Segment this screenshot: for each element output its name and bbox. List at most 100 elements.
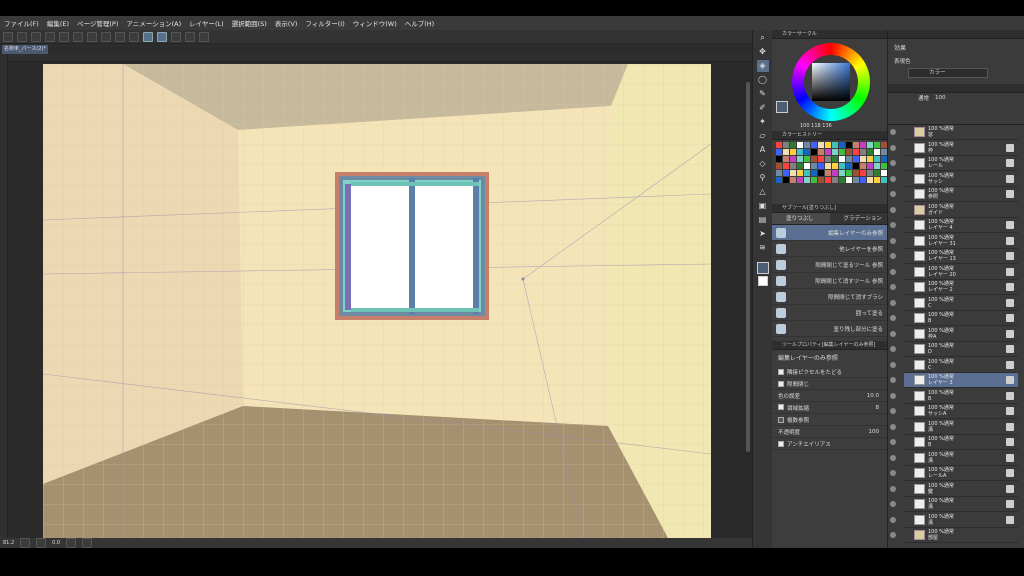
blend-tool-icon[interactable]: ≋ [757, 242, 769, 254]
option-gap-close[interactable]: 隙間閉じ [772, 378, 887, 390]
visibility-eye-icon[interactable] [890, 361, 896, 368]
zoom-out-icon[interactable] [20, 538, 31, 548]
sub-color-swatch[interactable] [757, 276, 768, 286]
history-swatch[interactable] [797, 177, 803, 183]
ruler-snap-icon[interactable] [143, 31, 153, 42]
history-swatch[interactable] [860, 149, 866, 155]
history-swatch[interactable] [783, 142, 789, 148]
brush-tool-icon[interactable]: ✐ [757, 102, 769, 114]
history-swatch[interactable] [825, 170, 831, 176]
layer-row[interactable]: 100 %通常 B [890, 311, 1018, 326]
history-swatch[interactable] [825, 156, 831, 162]
menu-view[interactable]: 表示(V) [275, 18, 298, 28]
history-swatch[interactable] [860, 156, 866, 162]
sub-tool-item[interactable]: 編集レイヤーのみ参照 [772, 225, 887, 241]
layer-row[interactable]: 100 %通常 C [890, 296, 1018, 311]
blend-mode-select[interactable]: 通常 [918, 94, 929, 102]
visibility-eye-icon[interactable] [890, 268, 896, 275]
tab-gradient[interactable]: グラデーション [829, 213, 887, 224]
text-tool-icon[interactable]: A [757, 144, 769, 156]
eyedropper-tool-icon[interactable]: ⚲ [757, 172, 769, 184]
layer-row[interactable]: 100 %通常 レイヤー 31 [890, 234, 1018, 249]
visibility-eye-icon[interactable] [890, 346, 896, 352]
layer-row[interactable]: 100 %通常 レイヤー 3 [890, 373, 1018, 388]
layer-row[interactable]: 100 %通常 枠A [890, 327, 1018, 342]
history-swatch[interactable] [825, 177, 831, 183]
layer-row[interactable]: 100 %通常 レール [890, 156, 1018, 171]
history-swatch[interactable] [867, 170, 873, 176]
history-swatch[interactable] [783, 156, 789, 162]
visibility-eye-icon[interactable] [890, 191, 896, 197]
history-swatch[interactable] [776, 142, 782, 148]
history-swatch[interactable] [846, 149, 852, 155]
history-swatch[interactable] [797, 149, 803, 155]
option-multi-reference[interactable]: 複数参照 [772, 414, 887, 426]
history-swatch[interactable] [867, 177, 873, 183]
history-swatch[interactable] [818, 177, 824, 183]
deselect-icon[interactable] [101, 31, 111, 42]
history-swatch[interactable] [818, 149, 824, 155]
visibility-eye-icon[interactable] [890, 408, 896, 414]
history-swatch[interactable] [867, 163, 873, 169]
document-tab[interactable]: 名称未_パース(2)* [2, 45, 48, 54]
history-swatch[interactable] [811, 177, 817, 183]
layer-row[interactable]: 100 %通常 レイヤー 4 [890, 218, 1018, 233]
layer-row[interactable]: 100 %通常 サッシA [890, 404, 1018, 419]
reference-icon[interactable] [199, 31, 209, 42]
menu-edit[interactable]: 編集(E) [47, 18, 69, 28]
layer-row[interactable]: 100 %通常 B [890, 435, 1018, 450]
visibility-eye-icon[interactable] [890, 532, 896, 538]
history-swatch[interactable] [860, 170, 866, 176]
history-swatch[interactable] [832, 156, 838, 162]
history-swatch[interactable] [839, 163, 845, 169]
visibility-eye-icon[interactable] [890, 206, 896, 213]
visibility-eye-icon[interactable] [890, 160, 896, 166]
history-swatch[interactable] [776, 170, 782, 176]
history-swatch[interactable] [874, 170, 880, 176]
layer-folder-row[interactable]: 100 %通常 部屋 [890, 528, 1018, 543]
visibility-eye-icon[interactable] [890, 454, 896, 461]
special-ruler-snap-icon[interactable] [157, 31, 167, 42]
history-swatch[interactable] [832, 149, 838, 155]
layer-row[interactable]: 100 %通常溝 [890, 497, 1018, 512]
flip-icon[interactable] [82, 538, 93, 548]
screen-icon[interactable] [185, 31, 195, 42]
history-swatch[interactable] [811, 170, 817, 176]
history-swatch[interactable] [790, 156, 796, 162]
history-swatch[interactable] [832, 170, 838, 176]
layer-row[interactable]: 100 %通常 参照 [890, 187, 1018, 202]
history-swatch[interactable] [839, 177, 845, 183]
layer-folder-row[interactable]: 100 %通常 ガイド [890, 203, 1018, 218]
history-swatch[interactable] [790, 142, 796, 148]
history-swatch[interactable] [804, 149, 810, 155]
history-swatch[interactable] [783, 177, 789, 183]
history-swatch[interactable] [790, 177, 796, 183]
clear-icon[interactable] [73, 31, 83, 42]
visibility-eye-icon[interactable] [890, 330, 896, 337]
undo-icon[interactable] [45, 31, 55, 42]
option-adjacent[interactable]: 隣接ピクセルをたどる [772, 366, 887, 378]
history-swatch[interactable] [811, 149, 817, 155]
visibility-eye-icon[interactable] [890, 423, 896, 430]
menu-filter[interactable]: フィルター(I) [305, 18, 344, 28]
layer-row[interactable]: 100 %通常 レールA [890, 466, 1018, 481]
history-swatch[interactable] [853, 170, 859, 176]
menu-page[interactable]: ページ管理(P) [77, 18, 118, 28]
history-swatch[interactable] [783, 149, 789, 155]
visibility-eye-icon[interactable] [890, 439, 896, 445]
history-swatch[interactable] [874, 142, 880, 148]
layer-row[interactable]: 100 %通常 レイヤー 20 [890, 265, 1018, 280]
history-swatch[interactable] [790, 170, 796, 176]
layer-row[interactable]: 100 %通常 C [890, 358, 1018, 373]
history-swatch[interactable] [832, 142, 838, 148]
checkbox[interactable] [778, 403, 784, 410]
layer-row[interactable]: 100 %通常 レイヤー 2 [890, 280, 1018, 295]
layer-row[interactable]: 100 %通常 レイヤー 13 [890, 249, 1018, 264]
history-swatch[interactable] [874, 156, 880, 162]
menu-window[interactable]: ウィンドウ(W) [353, 18, 397, 28]
history-swatch[interactable] [776, 156, 782, 162]
new-file-icon[interactable] [3, 31, 13, 42]
layer-row[interactable]: 100 %通常 B [890, 389, 1018, 404]
history-swatch[interactable] [874, 177, 880, 183]
history-swatch[interactable] [797, 170, 803, 176]
